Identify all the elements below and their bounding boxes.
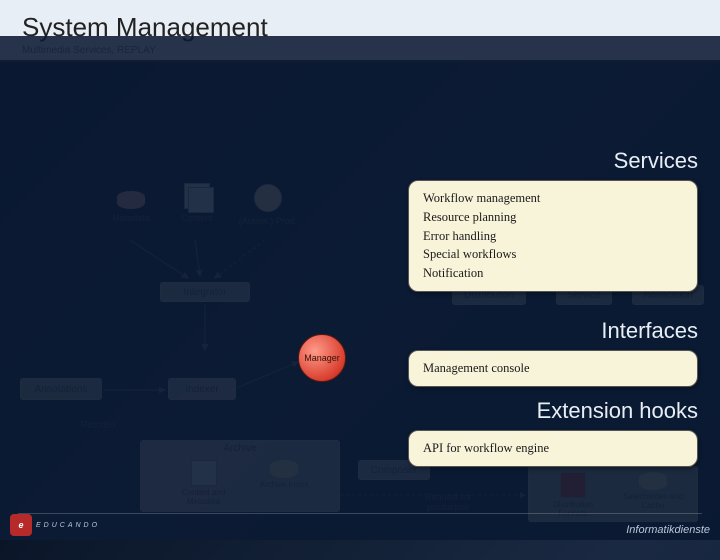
svc-item: Special workflows [423,245,683,264]
dist-formats-icon [560,472,586,498]
interfaces-heading: Interfaces [601,318,698,344]
archive-index-icon [270,460,298,478]
archive-label: Archive [223,443,256,454]
extension-heading: Extension hooks [537,398,698,424]
services-card: Workflow management Resource planning Er… [408,180,698,292]
logo-e-icon: e [10,514,32,536]
search-cache-icon [639,472,667,490]
metadata-icon [117,191,145,209]
annotations-label: Annotations [35,384,88,395]
content-metadata-label: Content and Metadata [169,488,239,506]
header: System Management Multimedia Services, R… [0,0,720,62]
manager-label: Manager [304,353,340,363]
svc-item: Notification [423,264,683,283]
footer-left-brand: EDUCANDO [36,522,100,529]
content-node: Content [168,172,226,232]
interfaces-card: Management console [408,350,698,387]
integrator-label: Integrator [184,287,227,298]
autom-prod-label: (Autom.) Prod. [239,216,298,226]
archive-group: Archive Content and Metadata Archive Ind… [140,440,340,512]
manager-node: Manager [298,334,346,382]
metadata-label: Metadata [112,213,150,223]
integrator-box: Integrator [160,282,250,302]
content-icon [188,187,214,213]
page-subtitle: Multimedia Services, REPLAY [22,45,698,56]
autom-prod-node: (Autom.) Prod. [234,175,302,233]
composer-label: Composer [371,465,417,476]
metadata-node: Metadata [102,178,160,233]
autom-prod-icon [254,184,282,212]
indexer-box: Indexer [168,378,236,400]
services-heading: Services [614,148,698,174]
svc-item: Resource planning [423,208,683,227]
reindex-label: Reindex [80,420,117,431]
annotations-box: Annotations [20,378,102,400]
svc-item: Error handling [423,227,683,246]
footer: e EDUCANDO Informatikdienste [10,514,710,536]
archive-index-label: Archive Index [257,480,312,489]
page-title: System Management [22,12,698,43]
request-prod-label: Request for production [416,492,480,512]
content-label: Content [181,213,213,223]
ext-item: API for workflow engine [423,439,683,458]
content-metadata-icon [191,460,217,486]
indexer-label: Indexer [185,384,218,395]
extension-card: API for workflow engine [408,430,698,467]
search-cache-label: Searchindex and Cache [620,492,686,510]
iface-item: Management console [423,359,683,378]
footer-right-brand: Informatikdienste [626,524,710,536]
svc-item: Workflow management [423,189,683,208]
